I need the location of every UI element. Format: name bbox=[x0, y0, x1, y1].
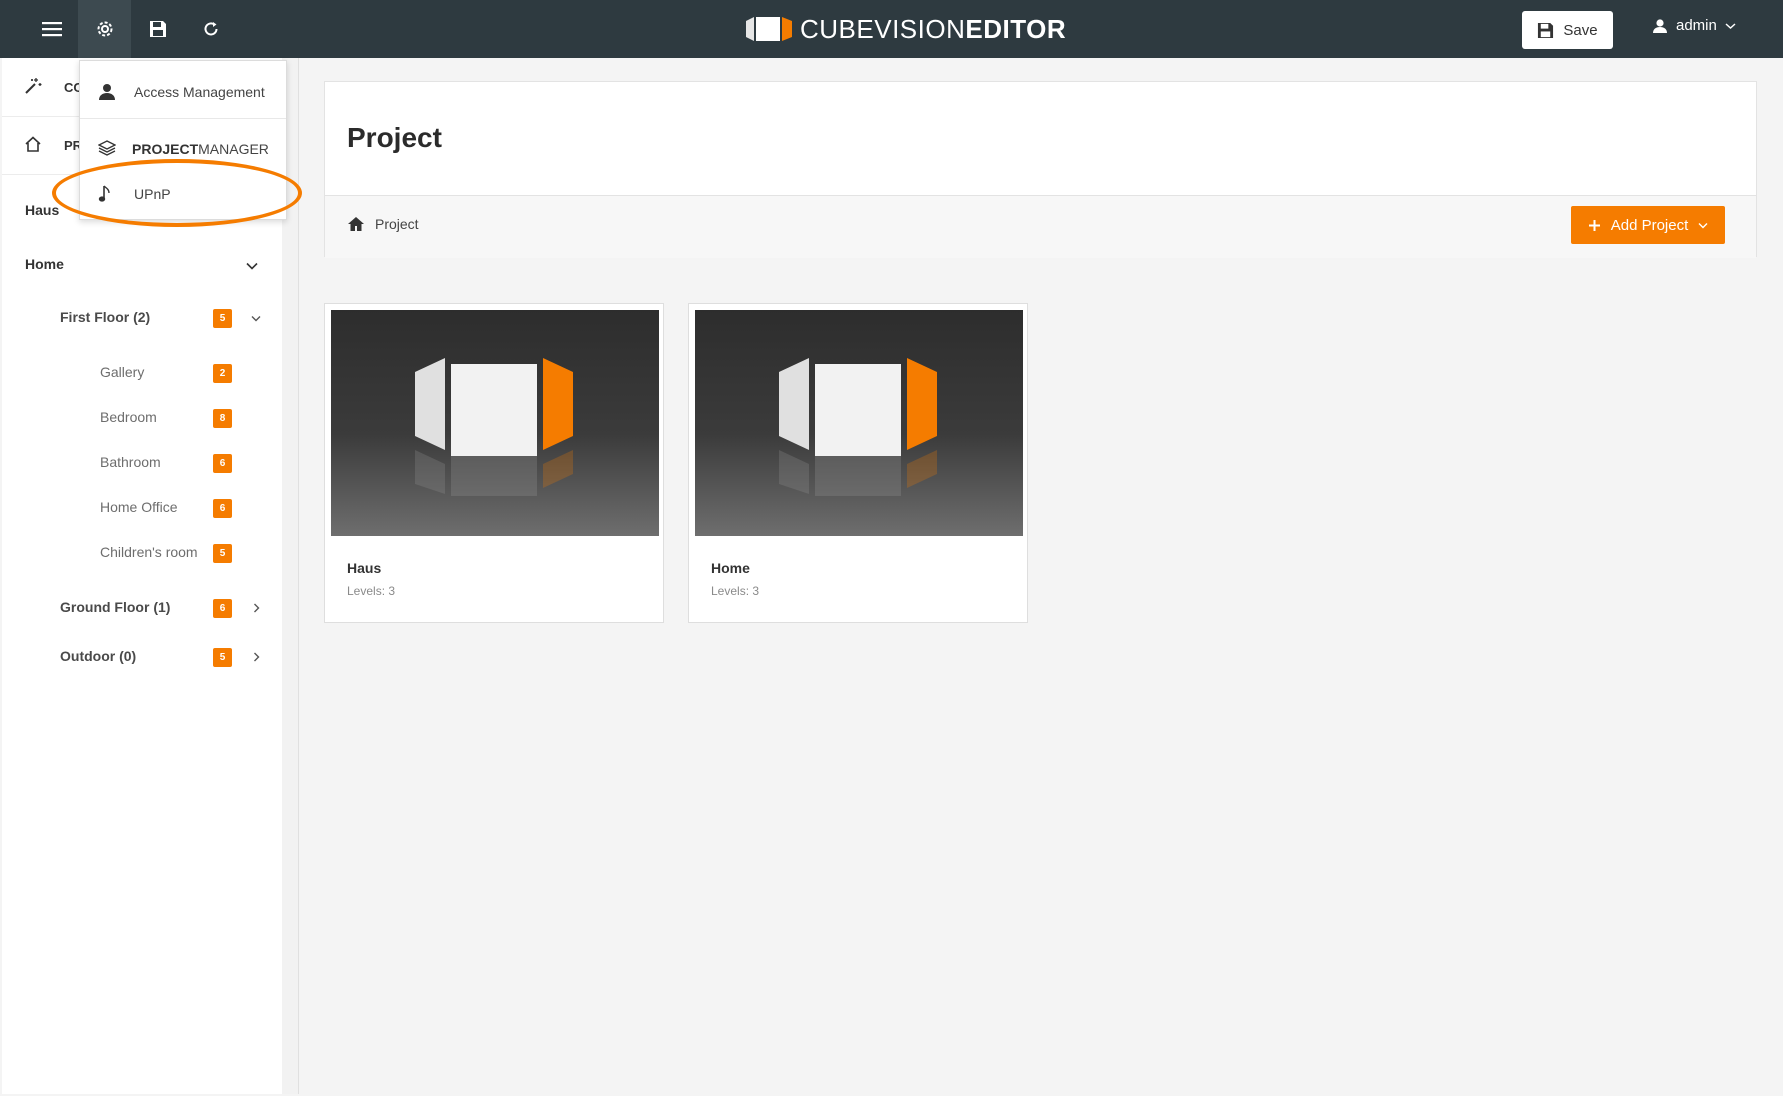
menu-item-label: PROJECTMANAGER bbox=[132, 141, 269, 157]
save-icon-button[interactable] bbox=[131, 0, 184, 58]
top-bar: CUBEVISION EDITOR Save admin bbox=[0, 0, 1783, 58]
settings-button[interactable] bbox=[78, 0, 131, 58]
logo-text-editor: EDITOR bbox=[965, 13, 1067, 44]
menu-item-label: Access Management bbox=[134, 84, 265, 100]
refresh-icon bbox=[204, 22, 217, 36]
chevron-right-icon[interactable] bbox=[253, 603, 260, 613]
project-item-haus[interactable]: Haus bbox=[25, 202, 59, 218]
save-button-label: Save bbox=[1563, 21, 1598, 39]
project-thumbnail bbox=[695, 310, 1023, 536]
page-title: Project bbox=[347, 122, 442, 153]
cube-logo-image bbox=[779, 358, 937, 496]
layers-icon bbox=[98, 140, 116, 156]
floppy-icon bbox=[1538, 22, 1554, 38]
panel-footer: Project Add Project bbox=[325, 195, 1756, 258]
count-badge: 6 bbox=[213, 499, 232, 518]
app-logo: CUBEVISION EDITOR bbox=[744, 14, 1066, 44]
save-button[interactable]: Save bbox=[1522, 11, 1613, 49]
home-icon[interactable] bbox=[347, 216, 365, 232]
project-header-panel: Project Project Add Project bbox=[324, 81, 1757, 258]
cube-logo-image bbox=[415, 358, 573, 496]
plus-icon bbox=[1588, 219, 1600, 231]
project-levels: Levels: 3 bbox=[347, 584, 396, 598]
count-badge: 5 bbox=[213, 309, 232, 328]
chevron-down-icon bbox=[1725, 22, 1736, 29]
room-item[interactable]: Bathroom bbox=[100, 454, 161, 470]
room-item[interactable]: Children's room bbox=[100, 544, 198, 560]
room-item[interactable]: Gallery bbox=[100, 364, 144, 380]
count-badge: 5 bbox=[213, 648, 232, 667]
project-levels: Levels: 3 bbox=[711, 584, 760, 598]
menu-divider bbox=[80, 118, 286, 119]
user-name: admin bbox=[1676, 17, 1717, 34]
menu-item-label-bold: PROJECT bbox=[132, 141, 199, 157]
user-menu[interactable]: admin bbox=[1652, 17, 1736, 34]
menu-button[interactable] bbox=[25, 0, 78, 58]
hamburger-icon bbox=[41, 22, 62, 37]
chevron-down-icon[interactable] bbox=[251, 315, 261, 322]
add-project-label: Add Project bbox=[1610, 216, 1689, 234]
count-badge: 6 bbox=[213, 454, 232, 473]
cube-logo-icon bbox=[746, 17, 792, 41]
count-badge: 8 bbox=[213, 409, 232, 428]
project-card[interactable]: Home Levels: 3 bbox=[688, 303, 1028, 623]
project-thumbnail bbox=[331, 310, 659, 536]
home-icon bbox=[25, 136, 41, 152]
chevron-down-icon bbox=[1698, 222, 1708, 228]
user-icon bbox=[1653, 18, 1667, 33]
chevron-right-icon[interactable] bbox=[253, 652, 260, 662]
count-badge: 5 bbox=[213, 544, 232, 563]
app-window: CUBEVISION EDITOR Save admin CO PR Haus H… bbox=[0, 0, 1783, 1096]
refresh-button[interactable] bbox=[184, 0, 237, 58]
room-item[interactable]: Home Office bbox=[100, 499, 178, 515]
breadcrumb: Project bbox=[347, 216, 419, 232]
menu-item-access-management[interactable]: Access Management bbox=[80, 67, 286, 117]
add-project-button[interactable]: Add Project bbox=[1571, 206, 1725, 244]
user-icon bbox=[99, 84, 115, 100]
magic-wand-icon bbox=[25, 78, 42, 94]
floor-item[interactable]: First Floor (2) bbox=[60, 309, 150, 325]
room-item[interactable]: Bedroom bbox=[100, 409, 157, 425]
highlight-annotation bbox=[52, 159, 302, 227]
chevron-down-icon[interactable] bbox=[246, 262, 258, 270]
count-badge: 6 bbox=[213, 599, 232, 618]
logo-text-cubevision: CUBEVISION bbox=[800, 13, 966, 44]
breadcrumb-item[interactable]: Project bbox=[375, 216, 419, 232]
floor-item[interactable]: Ground Floor (1) bbox=[60, 599, 170, 615]
count-badge: 2 bbox=[213, 364, 232, 383]
project-item-home[interactable]: Home bbox=[25, 256, 64, 272]
floor-item[interactable]: Outdoor (0) bbox=[60, 648, 136, 664]
project-name: Haus bbox=[347, 560, 382, 576]
gear-icon bbox=[97, 21, 112, 37]
floppy-icon bbox=[149, 21, 166, 37]
project-card[interactable]: Haus Levels: 3 bbox=[324, 303, 664, 623]
project-name: Home bbox=[711, 560, 750, 576]
menu-item-label-rest: MANAGER bbox=[198, 141, 269, 157]
